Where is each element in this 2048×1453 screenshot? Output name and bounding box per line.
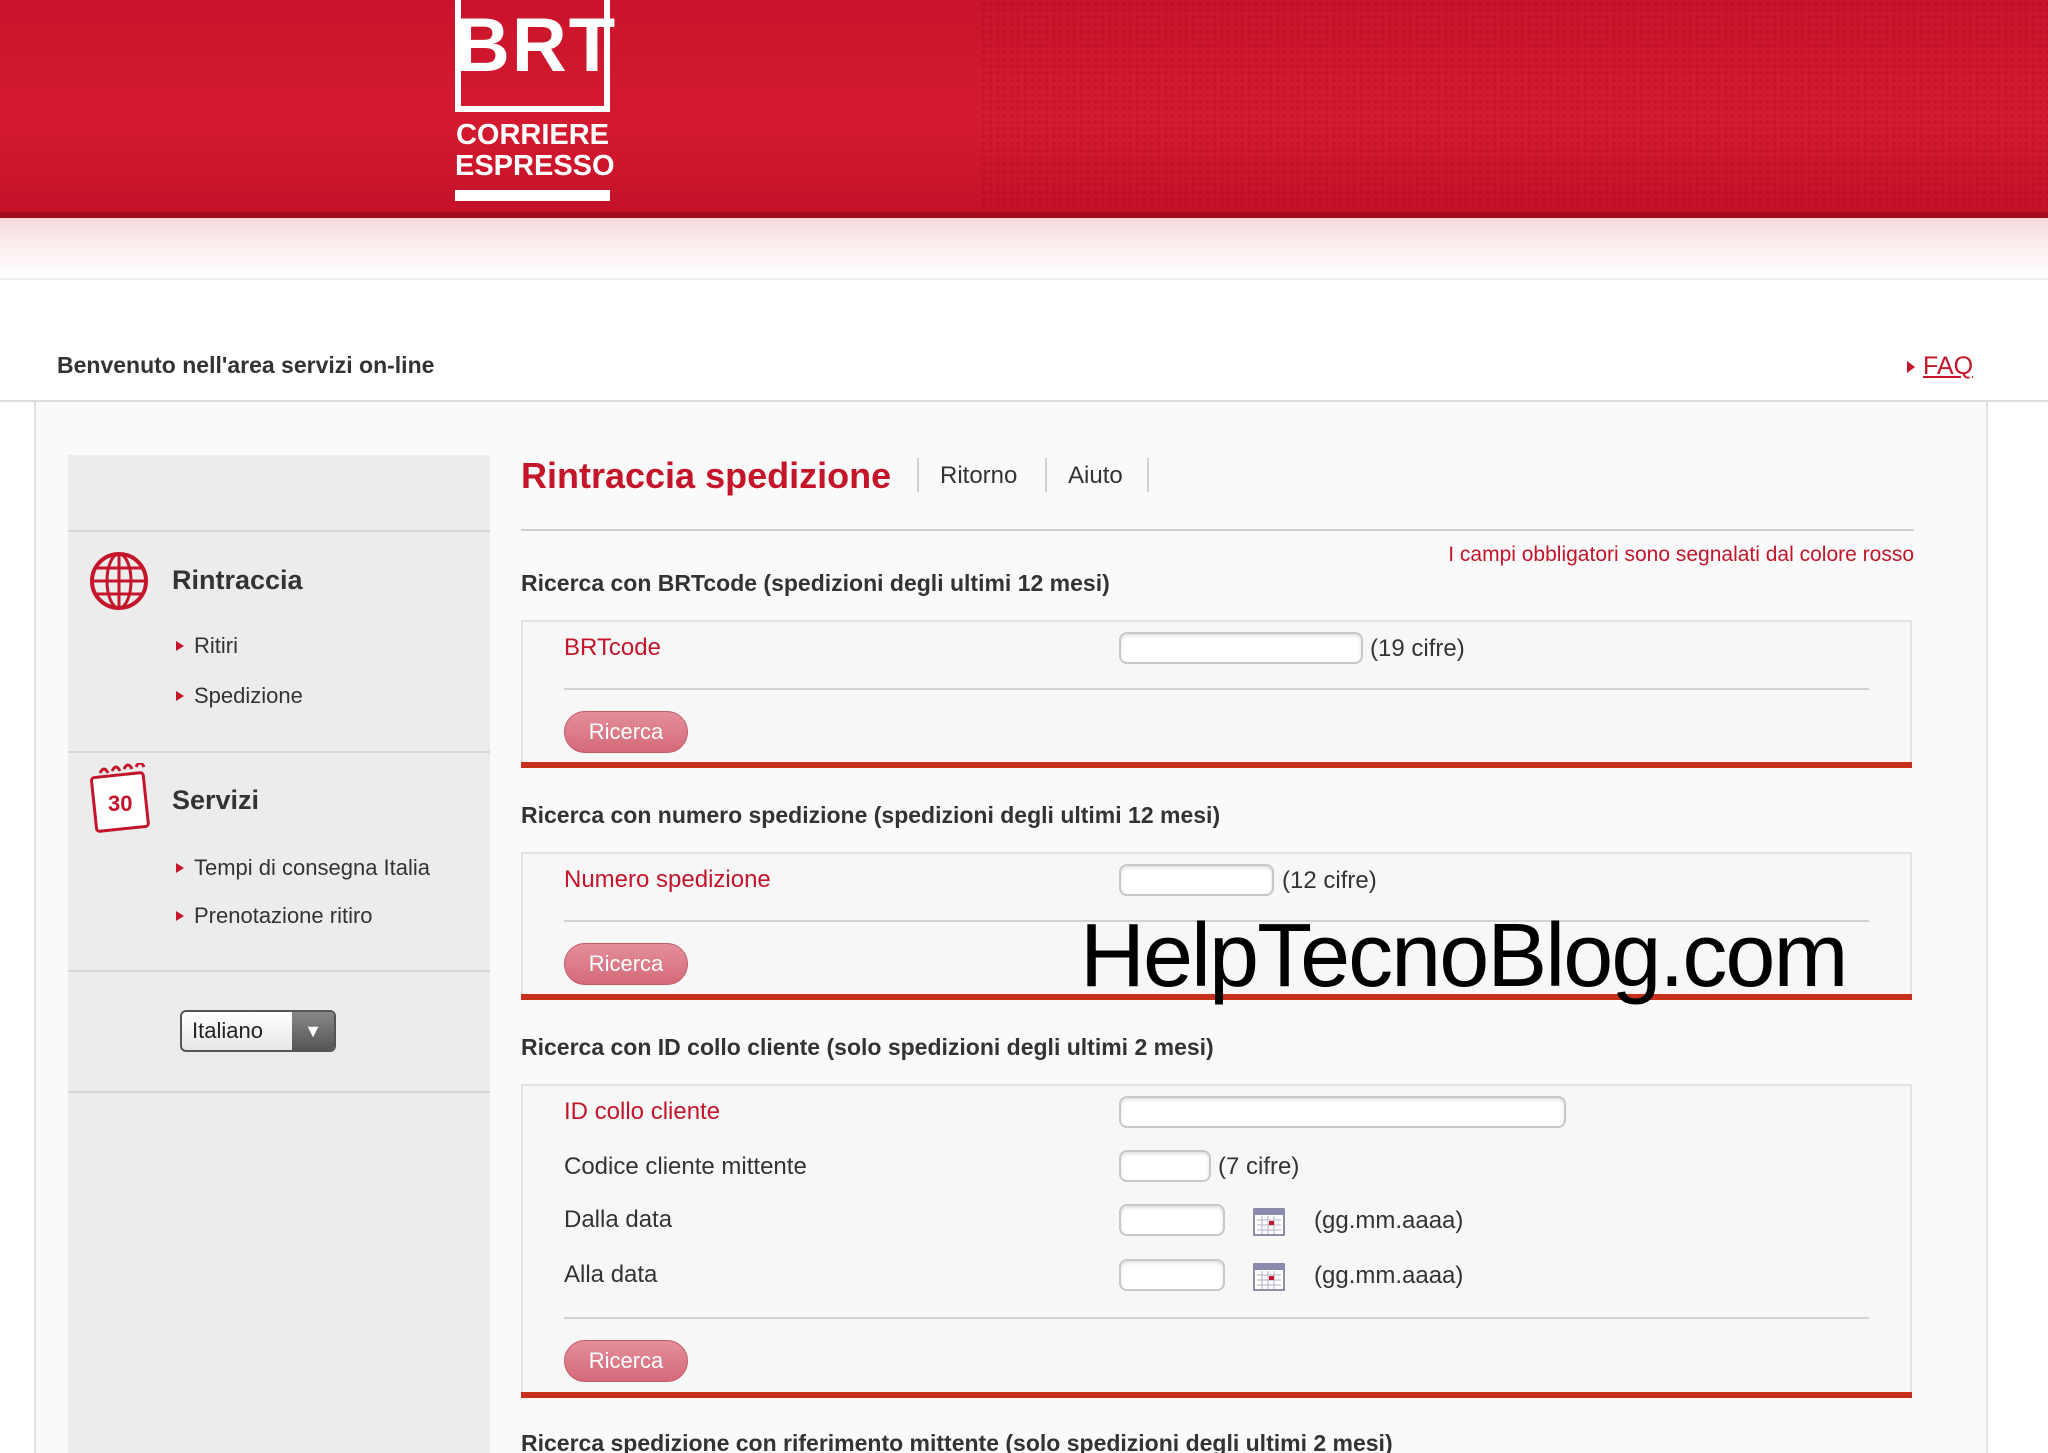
logo-underline	[455, 190, 610, 201]
id-collo-input[interactable]	[1119, 1096, 1566, 1128]
site-header: BRT CORRIERE ESPRESSO	[0, 0, 2048, 218]
numero-spedizione-input[interactable]	[1119, 864, 1274, 896]
sidebar-divider	[68, 1091, 490, 1093]
title-divider	[521, 529, 1914, 531]
ricerca-id-collo-button[interactable]: Ricerca	[564, 1340, 688, 1382]
svg-text:30: 30	[108, 791, 132, 816]
brt-logo[interactable]: BRT CORRIERE ESPRESSO	[455, 0, 618, 205]
form-box-id-collo	[521, 1084, 1912, 1396]
form-divider	[564, 688, 1869, 690]
field-label-codice-cliente: Codice cliente mittente	[564, 1153, 807, 1180]
ricerca-brtcode-button[interactable]: Ricerca	[564, 711, 688, 753]
sidebar-item-label: Prenotazione ritiro	[194, 903, 373, 928]
language-selected: Italiano	[192, 1018, 263, 1043]
alla-data-hint: (gg.mm.aaaa)	[1314, 1262, 1464, 1289]
page-title: Rintraccia spedizione	[521, 455, 892, 496]
field-label-alla-data: Alla data	[564, 1261, 658, 1288]
section-title-id-collo: Ricerca con ID collo cliente (solo spedi…	[521, 1034, 1214, 1060]
nav-divider	[917, 458, 919, 492]
aiuto-link[interactable]: Aiuto	[1068, 462, 1123, 490]
sidebar-item-label: Spedizione	[194, 683, 303, 708]
field-label-numero-spedizione: Numero spedizione	[564, 866, 771, 893]
sidebar-item-spedizione[interactable]: Spedizione	[176, 683, 303, 709]
faq-link[interactable]: FAQ	[1923, 352, 1973, 381]
chevron-down-icon: ▼	[292, 1012, 334, 1050]
sidebar-heading-rintraccia: Rintraccia	[172, 565, 303, 595]
field-label-id-collo: ID collo cliente	[564, 1098, 721, 1125]
codice-cliente-input[interactable]	[1119, 1150, 1211, 1182]
numero-spedizione-hint: (12 cifre)	[1282, 867, 1377, 894]
nav-divider	[1045, 458, 1047, 492]
dalla-data-input[interactable]	[1119, 1204, 1225, 1236]
header-strip	[0, 218, 2048, 280]
nav-divider	[1147, 458, 1149, 492]
calendar-picker-icon[interactable]	[1253, 1261, 1285, 1291]
logo-brand: BRT	[455, 3, 618, 88]
world-map-background	[980, 0, 2048, 212]
section-title-numero-spedizione: Ricerca con numero spedizione (spedizion…	[521, 802, 1221, 828]
sidebar-divider	[68, 530, 490, 532]
form-divider	[564, 1317, 1869, 1319]
sidebar-item-label: Tempi di consegna Italia	[194, 855, 431, 880]
bullet-icon	[176, 641, 184, 651]
section-title-riferimento-mittente: Ricerca spedizione con riferimento mitte…	[521, 1430, 1393, 1453]
bullet-icon	[1907, 360, 1915, 373]
globe-icon	[90, 552, 148, 610]
dalla-data-hint: (gg.mm.aaaa)	[1314, 1207, 1464, 1234]
ritorno-link[interactable]: Ritorno	[940, 462, 1017, 490]
calendar-picker-icon[interactable]	[1253, 1206, 1285, 1236]
section-bottom-rule	[521, 762, 1912, 768]
sidebar-item-ritiri[interactable]: Ritiri	[176, 633, 238, 659]
language-select[interactable]: Italiano ▼	[180, 1010, 336, 1052]
watermark-text: HelpTecnoBlog.com	[1080, 906, 1848, 1006]
bullet-icon	[176, 911, 184, 921]
section-title-brtcode: Ricerca con BRTcode (spedizioni degli ul…	[521, 570, 1110, 596]
sidebar-heading-servizi: Servizi	[172, 785, 260, 815]
bullet-icon	[176, 691, 184, 701]
brtcode-input[interactable]	[1119, 632, 1363, 664]
field-label-brtcode: BRTcode	[564, 634, 661, 661]
sidebar-divider	[68, 970, 490, 972]
calendar-icon: 30	[90, 763, 150, 833]
required-fields-note: I campi obbligatori sono segnalati dal c…	[1448, 543, 1914, 566]
logo-tagline-line1: CORRIERE	[455, 119, 610, 151]
logo-tagline-line2: ESPRESSO	[455, 150, 615, 182]
logo-tagline: CORRIERE ESPRESSO	[455, 119, 615, 182]
sidebar-divider	[68, 751, 490, 753]
faq-nav: FAQ	[1907, 352, 1973, 381]
brtcode-hint: (19 cifre)	[1370, 635, 1465, 662]
welcome-text: Benvenuto nell'area servizi on-line	[57, 352, 435, 378]
alla-data-input[interactable]	[1119, 1259, 1225, 1291]
sidebar-item-prenotazione-ritiro[interactable]: Prenotazione ritiro	[176, 903, 373, 929]
sidebar: Rintraccia Ritiri Spedizione 30 Servizi …	[68, 455, 490, 1453]
field-label-dalla-data: Dalla data	[564, 1206, 673, 1233]
ricerca-numero-spedizione-button[interactable]: Ricerca	[564, 943, 688, 985]
codice-cliente-hint: (7 cifre)	[1218, 1153, 1300, 1180]
sidebar-item-tempi-consegna[interactable]: Tempi di consegna Italia	[176, 855, 430, 881]
sidebar-item-label: Ritiri	[194, 633, 238, 658]
section-bottom-rule	[521, 1392, 1912, 1398]
bullet-icon	[176, 863, 184, 873]
